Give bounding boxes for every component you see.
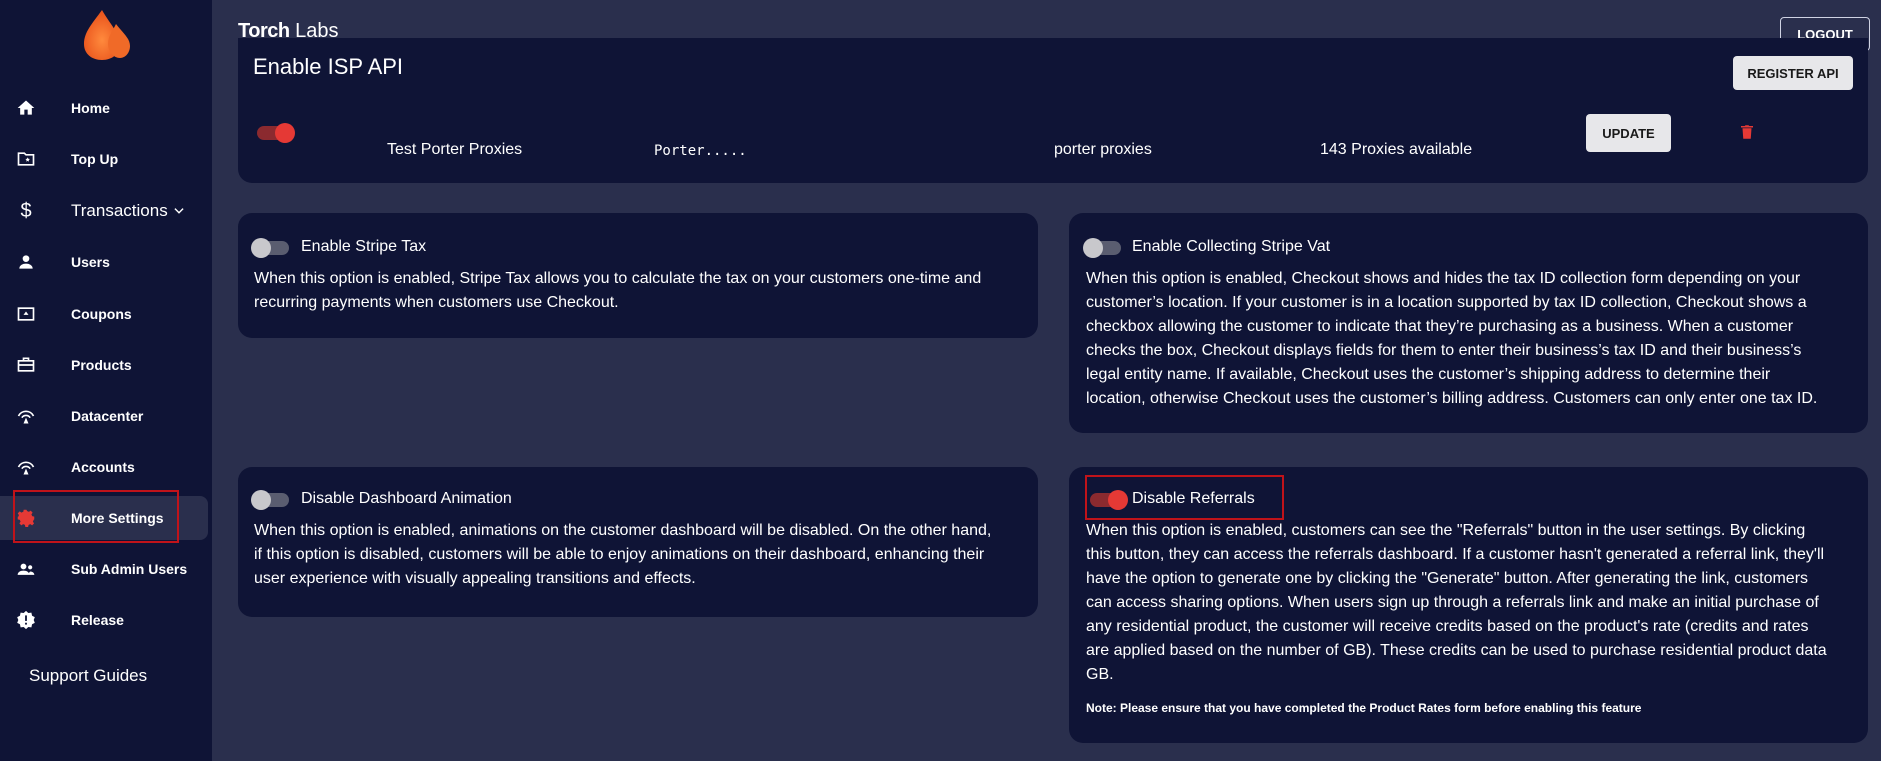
sidebar-item-label: Release xyxy=(71,612,124,628)
home-icon xyxy=(14,96,38,120)
torch-logo-icon xyxy=(84,10,130,60)
dashboard-animation-title: Disable Dashboard Animation xyxy=(301,490,512,507)
sidebar-item-users[interactable]: Users xyxy=(0,240,208,284)
stripe-vat-card: Enable Collecting Stripe Vat When this o… xyxy=(1069,213,1868,433)
users-icon xyxy=(14,557,38,581)
chevron-down-icon xyxy=(174,208,184,214)
wifi-tethering-icon xyxy=(14,404,38,428)
support-guides-link[interactable]: Support Guides xyxy=(29,666,147,686)
dollar-icon: $ xyxy=(20,199,32,222)
sidebar-item-label: Sub Admin Users xyxy=(71,561,188,577)
stripe-tax-toggle[interactable] xyxy=(251,238,291,258)
isp-name: Test Porter Proxies xyxy=(387,141,523,158)
user-icon xyxy=(14,250,38,274)
isp-toggle[interactable] xyxy=(255,123,295,143)
dashboard-animation-description: When this option is enabled, animations … xyxy=(254,522,992,587)
sidebar-item-transactions[interactable]: $ Transactions xyxy=(0,189,208,233)
sidebar-item-datacenter[interactable]: Datacenter xyxy=(0,394,208,438)
coupon-icon xyxy=(14,302,38,326)
referrals-note: Note: Please ensure that you have comple… xyxy=(1086,701,1642,715)
stripe-tax-description: When this option is enabled, Stripe Tax … xyxy=(254,270,982,311)
sidebar-item-accounts[interactable]: Accounts xyxy=(0,445,208,489)
dashboard-animation-card: Disable Dashboard Animation When this op… xyxy=(238,467,1038,617)
sidebar-item-label: Products xyxy=(71,357,132,373)
sidebar-item-home[interactable]: Home xyxy=(0,86,208,130)
stripe-vat-toggle[interactable] xyxy=(1083,238,1123,258)
stripe-tax-title: Enable Stripe Tax xyxy=(301,238,427,255)
referrals-description: When this option is enabled, customers c… xyxy=(1086,522,1827,683)
stripe-vat-title: Enable Collecting Stripe Vat xyxy=(1132,238,1331,255)
sidebar-item-label: Users xyxy=(71,254,110,270)
stripe-tax-card: Enable Stripe Tax When this option is en… xyxy=(238,213,1038,338)
dashboard-animation-toggle[interactable] xyxy=(251,490,291,510)
highlight-box xyxy=(1085,475,1284,520)
sidebar-item-label: Accounts xyxy=(71,459,135,475)
sidebar-item-label: Coupons xyxy=(71,306,132,322)
isp-api-title: Enable ISP API xyxy=(253,54,404,79)
isp-provider: porter proxies xyxy=(1054,141,1152,158)
sidebar-item-label: Datacenter xyxy=(71,408,144,424)
trash-icon[interactable] xyxy=(1738,122,1756,142)
sidebar-item-sub-admin-users[interactable]: Sub Admin Users xyxy=(0,547,208,591)
sidebar-item-label: Transactions xyxy=(71,201,168,220)
folder-star-icon xyxy=(14,147,38,171)
isp-key: Porter..... xyxy=(654,143,747,159)
briefcase-icon xyxy=(14,353,38,377)
register-api-button[interactable]: REGISTER API xyxy=(1733,56,1853,90)
badge-alert-icon xyxy=(14,608,38,632)
sidebar-item-label: Home xyxy=(71,100,110,116)
sidebar-item-release[interactable]: Release xyxy=(0,598,208,642)
sidebar: Home Top Up $ Transactions Users Coupons… xyxy=(0,0,212,761)
sidebar-item-coupons[interactable]: Coupons xyxy=(0,292,208,336)
highlight-box xyxy=(13,490,179,543)
isp-available: 143 Proxies available xyxy=(1320,141,1473,158)
sidebar-item-top-up[interactable]: Top Up xyxy=(0,137,208,181)
wifi-tethering-icon xyxy=(14,455,38,479)
sidebar-item-products[interactable]: Products xyxy=(0,343,208,387)
stripe-vat-description: When this option is enabled, Checkout sh… xyxy=(1086,270,1818,407)
isp-api-card: Enable ISP API REGISTER API Test Porter … xyxy=(238,38,1868,183)
update-button[interactable]: UPDATE xyxy=(1586,114,1671,152)
sidebar-item-label: Top Up xyxy=(71,151,119,167)
